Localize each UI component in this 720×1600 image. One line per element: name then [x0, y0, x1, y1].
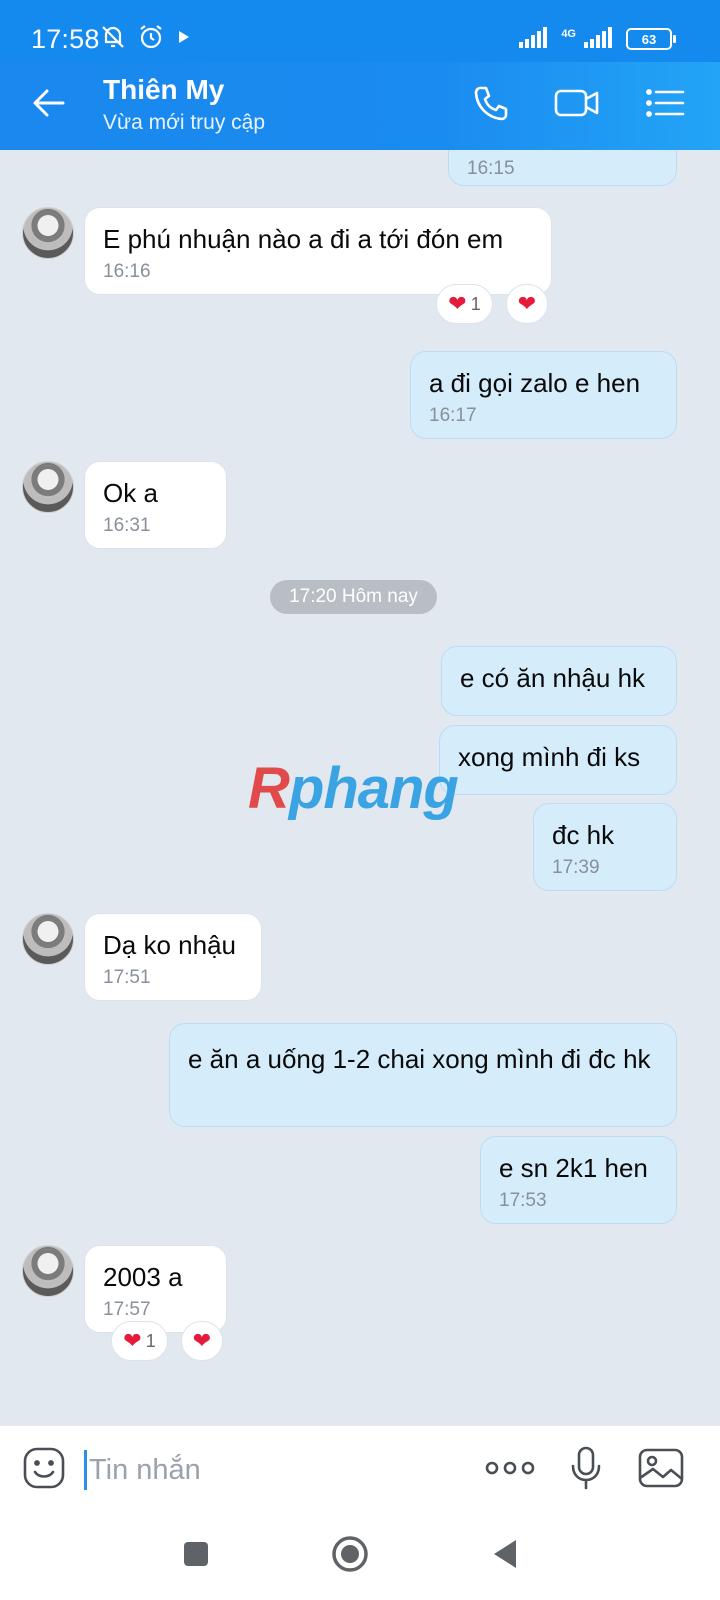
back-nav-button[interactable]	[482, 1533, 528, 1579]
battery-level: 63	[641, 31, 657, 47]
message-bubble-received[interactable]: E phú nhuận nào a đi a tới đón em 16:16	[84, 207, 552, 295]
call-button[interactable]	[466, 82, 516, 128]
message-input-bar: Tin nhắn	[0, 1425, 720, 1513]
emoji-icon	[22, 1446, 66, 1495]
reaction-summary[interactable]: ❤ 1	[111, 1321, 168, 1361]
react-button[interactable]: ❤	[506, 284, 548, 324]
message-bubble-sent[interactable]: e ăn a uống 1-2 chai xong mình đi đc hk	[169, 1023, 677, 1127]
recent-apps-button[interactable]	[173, 1533, 219, 1579]
message-text: E phú nhuận nào a đi a tới đón em	[103, 224, 504, 254]
system-navigation-bar	[0, 1513, 720, 1600]
message-time: 17:39	[552, 857, 600, 878]
back-button[interactable]	[26, 82, 72, 128]
reaction-count: 1	[145, 1330, 156, 1351]
avatar[interactable]	[22, 913, 74, 965]
contact-name[interactable]: Thiên My	[103, 74, 224, 106]
message-bubble-sent[interactable]: e có ăn nhậu hk	[441, 646, 677, 716]
message-bubble-received[interactable]: Dạ ko nhậu 17:51	[84, 913, 262, 1001]
network-type-label: 4G	[561, 28, 576, 40]
message-time: 17:53	[499, 1190, 547, 1211]
message-time: 16:16	[103, 261, 151, 282]
heart-icon: ❤	[192, 1328, 212, 1353]
more-icon	[485, 1460, 535, 1481]
video-call-button[interactable]	[552, 82, 602, 128]
home-icon	[331, 1535, 369, 1578]
message-bubble-received[interactable]: Ok a 16:31	[84, 461, 227, 549]
message-list[interactable]: 16:15 E phú nhuận nào a đi a tới đón em …	[0, 150, 720, 1425]
message-bubble-received[interactable]: 2003 a 17:57	[84, 1245, 227, 1333]
avatar[interactable]	[22, 461, 74, 513]
message-bubble-sent[interactable]: 16:15	[448, 150, 677, 186]
play-icon	[175, 27, 193, 52]
message-input[interactable]: Tin nhắn	[84, 1450, 464, 1490]
message-text: e ăn a uống 1-2 chai xong mình đi đc hk	[188, 1044, 651, 1074]
mute-icon	[99, 23, 127, 56]
date-separator: 17:20 Hôm nay	[270, 580, 437, 614]
signal-icon	[519, 25, 553, 54]
heart-icon: ❤	[448, 291, 467, 316]
status-bar: 17:58 4G 63	[0, 0, 720, 62]
back-arrow-icon	[32, 88, 66, 123]
heart-icon: ❤	[123, 1328, 142, 1353]
chat-header: Thiên My Vừa mới truy cập	[0, 62, 720, 150]
message-text: Ok a	[103, 478, 158, 508]
message-bubble-sent[interactable]: xong mình đi ks	[439, 725, 677, 795]
reaction-count: 1	[470, 293, 481, 314]
avatar[interactable]	[22, 1245, 74, 1297]
watermark-logo: Rphang	[248, 756, 459, 821]
send-image-button[interactable]	[636, 1446, 686, 1494]
contact-status: Vừa mới truy cập	[103, 111, 266, 134]
message-bubble-sent[interactable]: a đi gọi zalo e hen 16:17	[410, 351, 677, 439]
message-time: 17:51	[103, 967, 151, 988]
message-text: e có ăn nhậu hk	[460, 663, 646, 693]
avatar[interactable]	[22, 207, 74, 259]
message-text: a đi gọi zalo e hen	[429, 368, 641, 398]
more-options-button[interactable]	[484, 1446, 536, 1494]
phone-icon	[472, 84, 510, 127]
message-time: 16:15	[467, 158, 515, 179]
message-time: 16:31	[103, 515, 151, 536]
home-button[interactable]	[327, 1533, 373, 1579]
voice-message-button[interactable]	[566, 1446, 606, 1494]
microphone-icon	[569, 1445, 603, 1496]
message-text: đc hk	[552, 820, 615, 850]
message-bubble-sent[interactable]: e sn 2k1 hen 17:53	[480, 1136, 677, 1224]
reaction-summary[interactable]: ❤ 1	[436, 284, 493, 324]
options-menu-button[interactable]	[640, 82, 690, 128]
react-button[interactable]: ❤	[181, 1321, 223, 1361]
recent-apps-icon	[182, 1540, 210, 1573]
video-icon	[554, 87, 600, 124]
message-text: e sn 2k1 hen	[499, 1153, 648, 1183]
message-text: Dạ ko nhậu	[103, 930, 236, 960]
message-text: xong mình đi ks	[458, 742, 641, 772]
menu-list-icon	[645, 87, 685, 124]
message-bubble-sent[interactable]: đc hk 17:39	[533, 803, 677, 891]
message-time: 16:17	[429, 405, 477, 426]
back-icon	[491, 1538, 519, 1575]
battery-icon: 63	[626, 28, 676, 50]
alarm-icon	[137, 23, 165, 56]
status-time: 17:58	[31, 24, 100, 54]
image-icon	[638, 1448, 684, 1493]
emoji-button[interactable]	[20, 1446, 68, 1494]
message-text: 2003 a	[103, 1262, 183, 1292]
message-time: 17:57	[103, 1299, 151, 1320]
wifi-icon	[584, 25, 618, 54]
heart-icon: ❤	[517, 291, 537, 316]
